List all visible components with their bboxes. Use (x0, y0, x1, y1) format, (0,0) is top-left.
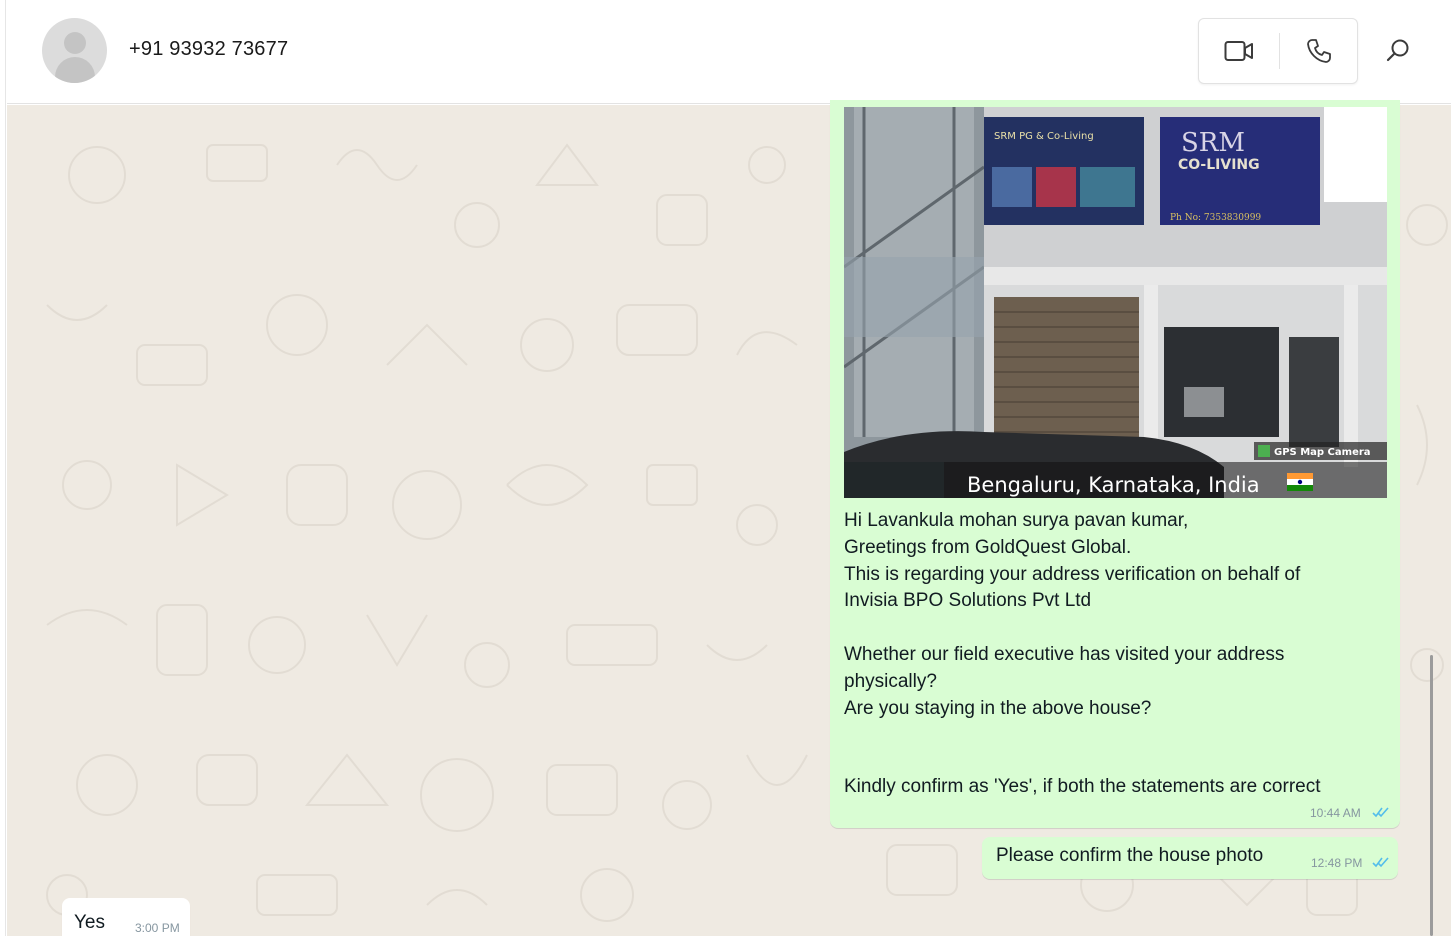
house-photo-image: SRM PG & Co-Living SRM CO-LIVING Ph No: … (844, 107, 1387, 498)
window-left-edge (0, 0, 6, 936)
voice-call-button[interactable] (1279, 19, 1359, 83)
sign-right-phone: Ph No: 7353830999 (1170, 213, 1261, 223)
sign-left-text: SRM PG & Co-Living (994, 131, 1094, 142)
photo-location-text: Bengaluru, Karnataka, India (967, 473, 1260, 497)
video-camera-icon (1224, 41, 1253, 61)
india-flag-icon (1287, 473, 1313, 491)
message-2-time: 12:48 PM (1311, 856, 1363, 870)
gps-watermark: GPS Map Camera (1274, 447, 1371, 458)
avatar-body-shape (55, 57, 95, 83)
sign-right-subtitle: CO-LIVING (1178, 157, 1260, 173)
contact-avatar[interactable] (42, 18, 107, 83)
house-photo[interactable]: SRM PG & Co-Living SRM CO-LIVING Ph No: … (844, 107, 1387, 498)
chat-scrollbar[interactable] (1430, 655, 1433, 936)
message-body-text: Hi Lavankula mohan surya pavan kumar, Gr… (844, 510, 1301, 719)
reply-text: Yes (74, 912, 105, 933)
search-button[interactable] (1377, 30, 1419, 72)
read-receipt-icon (1372, 807, 1389, 818)
message-confirm-line: Kindly confirm as 'Yes', if both the sta… (844, 776, 1321, 797)
sign-right-title: SRM (1181, 128, 1245, 158)
message-2-text: Please confirm the house photo (996, 845, 1264, 866)
avatar-head-shape (64, 32, 86, 54)
whatsapp-window: +91 93932 73677 SRM PG & Co-Living SRM C… (0, 0, 1451, 936)
read-receipt-icon-2 (1372, 857, 1389, 868)
contact-name[interactable]: +91 93932 73677 (129, 38, 288, 61)
video-call-button[interactable] (1199, 19, 1279, 83)
call-button-group (1198, 18, 1358, 84)
chat-header: +91 93932 73677 (7, 0, 1451, 104)
search-icon (1386, 39, 1409, 62)
map-camera-icon (1258, 445, 1270, 457)
phone-icon (1307, 39, 1331, 63)
reply-time: 3:00 PM (135, 921, 180, 935)
message-time: 10:44 AM (1310, 806, 1361, 820)
